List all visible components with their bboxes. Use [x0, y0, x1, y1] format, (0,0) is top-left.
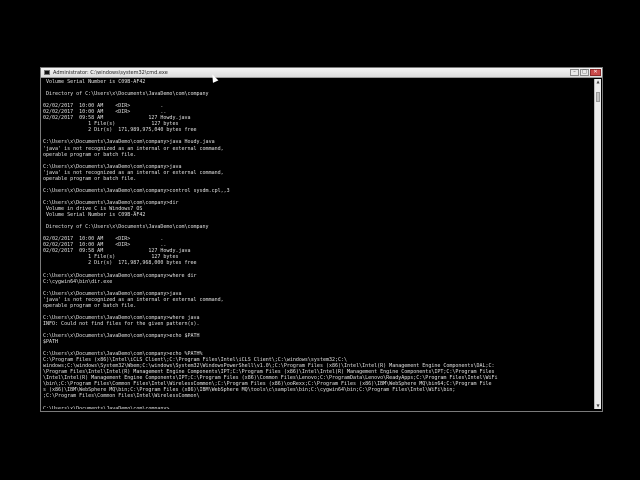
- maximize-button[interactable]: □: [580, 69, 589, 76]
- console-line: C:\Users\x\Documents\JavaDemo\com\compan…: [43, 406, 593, 409]
- vertical-scrollbar[interactable]: ▲ ▼: [594, 79, 601, 409]
- cmd-window[interactable]: Administrator: C:\windows\system32\cmd.e…: [40, 67, 603, 412]
- scroll-down-icon[interactable]: ▼: [595, 403, 601, 409]
- scroll-up-icon[interactable]: ▲: [595, 79, 601, 85]
- scroll-thumb[interactable]: [596, 92, 600, 102]
- window-title: Administrator: C:\windows\system32\cmd.e…: [53, 70, 168, 76]
- cmd-icon: [44, 70, 50, 75]
- console-output[interactable]: Volume Serial Number is C09B-AF42 Direct…: [43, 79, 593, 409]
- close-button[interactable]: ✕: [590, 69, 601, 76]
- title-bar[interactable]: Administrator: C:\windows\system32\cmd.e…: [41, 68, 602, 78]
- minimize-button[interactable]: –: [570, 69, 579, 76]
